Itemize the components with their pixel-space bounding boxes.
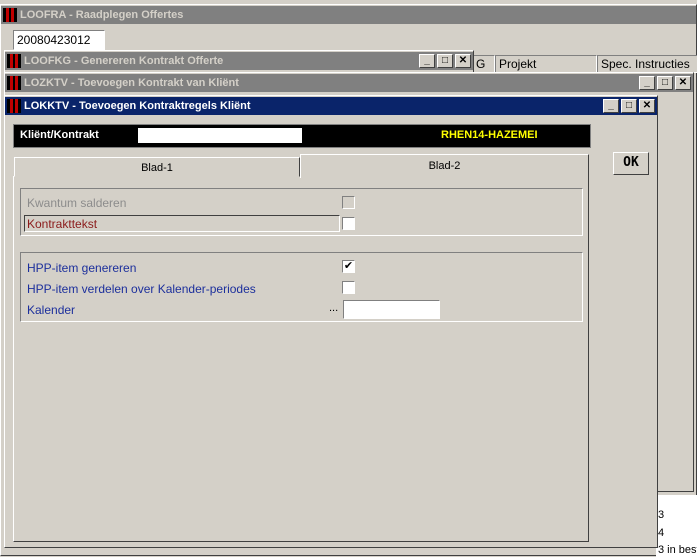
maximize-button[interactable]: □ xyxy=(657,76,673,90)
column-header-spec-instructies[interactable]: Spec. Instructies xyxy=(597,55,697,73)
check-icon: ✔ xyxy=(343,260,354,272)
kwantum-salderen-checkbox[interactable] xyxy=(342,196,355,209)
window-title: LOKKTV - Toevoegen Kontraktregels Kliënt xyxy=(24,100,251,112)
tab-blad-2[interactable]: Blad-2 xyxy=(300,154,589,178)
maximize-button[interactable]: □ xyxy=(621,99,637,113)
client-contract-label: Kliënt/Kontrakt xyxy=(20,129,99,141)
hpp-item-genereren-label: HPP-item genereren xyxy=(27,261,137,275)
close-button[interactable]: ✕ xyxy=(675,76,691,90)
tab-label: Blad-2 xyxy=(428,160,461,172)
hpp-item-genereren-checkbox[interactable]: ✔ xyxy=(342,260,355,273)
offerte-number-value: 20080423012 xyxy=(17,33,91,47)
tab-blad-1[interactable]: Blad-1 xyxy=(14,157,300,177)
titlebar-loofra[interactable]: LOOFRA - Raadplegen Offertes xyxy=(1,6,696,24)
app-icon xyxy=(7,76,21,90)
minimize-button[interactable]: _ xyxy=(603,99,619,113)
titlebar-lozktv[interactable]: LOZKTV - Toevoegen Kontrakt van Kliënt _… xyxy=(5,74,693,92)
hpp-item-verdelen-checkbox[interactable] xyxy=(342,281,355,294)
kalender-lookup-button[interactable]: ... xyxy=(329,302,338,314)
window-loofkg: LOOFKG - Genereren Kontrakt Offerte _ □ … xyxy=(4,50,474,74)
tab-label: Blad-1 xyxy=(141,162,173,174)
ok-label: OK xyxy=(623,155,639,170)
grid-area[interactable]: 3 4 3 in best xyxy=(656,495,697,557)
grid-cell: 3 in best xyxy=(658,544,697,556)
kalender-input[interactable] xyxy=(343,300,440,319)
kwantum-salderen-label: Kwantum salderen xyxy=(27,196,127,210)
close-button[interactable]: ✕ xyxy=(639,99,655,113)
offerte-number-field[interactable]: 20080423012 xyxy=(13,30,105,50)
titlebar-lokktv[interactable]: LOKKTV - Toevoegen Kontraktregels Kliënt… xyxy=(5,97,657,115)
column-header-projekt[interactable]: Projekt xyxy=(495,55,597,73)
kontrakttekst-label: Kontrakttekst xyxy=(27,217,98,231)
hpp-item-verdelen-label: HPP-item verdelen over Kalender-periodes xyxy=(27,282,256,296)
column-header-g[interactable]: G xyxy=(473,55,495,73)
kontrakttekst-checkbox[interactable] xyxy=(342,217,355,230)
kontrakttekst-label-box: Kontrakttekst xyxy=(24,215,340,232)
window-title: LOZKTV - Toevoegen Kontrakt van Kliënt xyxy=(24,77,239,89)
window-lokktv: LOKKTV - Toevoegen Kontraktregels Kliënt… xyxy=(4,95,658,548)
client-code: RHEN14-HAZEMEI xyxy=(441,129,538,141)
app-icon xyxy=(7,99,21,113)
app-icon xyxy=(7,54,21,68)
grid-cell: 3 xyxy=(658,509,665,521)
minimize-button[interactable]: _ xyxy=(419,54,435,68)
kalender-label: Kalender xyxy=(27,303,76,317)
client-header-bar: Kliënt/Kontrakt RHEN14-HAZEMEI xyxy=(13,124,591,148)
ok-button[interactable]: OK xyxy=(613,152,649,175)
app-icon xyxy=(3,8,17,22)
window-title: LOOFRA - Raadplegen Offertes xyxy=(20,9,184,21)
close-button[interactable]: ✕ xyxy=(455,54,471,68)
titlebar-loofkg[interactable]: LOOFKG - Genereren Kontrakt Offerte _ □ … xyxy=(5,52,473,70)
client-name-field[interactable] xyxy=(138,128,302,143)
window-title: LOOFKG - Genereren Kontrakt Offerte xyxy=(24,55,224,67)
grid-cell: 4 xyxy=(658,527,665,539)
maximize-button[interactable]: □ xyxy=(437,54,453,68)
minimize-button[interactable]: _ xyxy=(639,76,655,90)
grid-header: G Projekt Spec. Instructies xyxy=(473,55,697,73)
